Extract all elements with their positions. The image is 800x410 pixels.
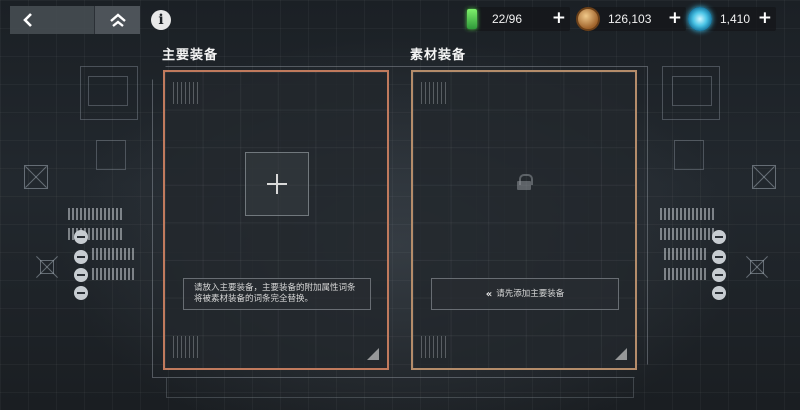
energy-currency: 22/96 +: [466, 7, 570, 31]
double-chevron-up-icon: [109, 13, 126, 27]
crystal-icon: [688, 7, 712, 31]
add-gold-button[interactable]: +: [668, 8, 682, 28]
corner-triangle-icon: [367, 348, 379, 360]
material-equipment-panel: « 请先添加主要装备: [411, 70, 637, 370]
main-hint-line-1: 请放入主要装备，主要装备的附加属性词条: [194, 283, 356, 293]
back-button[interactable]: [10, 6, 94, 34]
gold-currency: 126,103 +: [576, 7, 686, 31]
corner-triangle-icon: [615, 348, 627, 360]
main-equipment-hint: 请放入主要装备，主要装备的附加属性词条 将被素材装备的词条完全替换。: [183, 278, 371, 310]
crystal-value: 1,410: [720, 12, 751, 26]
info-icon: i: [158, 12, 164, 28]
chevron-left-icon: [23, 13, 32, 27]
crystal-currency: 1,410 +: [688, 7, 776, 31]
main-hint-line-2: 将被素材装备的词条完全替换。: [194, 294, 314, 304]
gold-value: 126,103: [608, 12, 652, 26]
top-nav: [10, 6, 140, 34]
corner-decoration: [421, 82, 447, 104]
lock-icon: [517, 174, 533, 190]
left-circuit-decoration: [0, 60, 150, 360]
add-crystal-button[interactable]: +: [758, 8, 772, 28]
right-circuit-decoration: [650, 60, 800, 360]
corner-decoration: [173, 82, 199, 104]
material-hint-text: 请先添加主要装备: [496, 288, 565, 299]
material-equipment-hint: « 请先添加主要装备: [431, 278, 619, 310]
main-equipment-panel[interactable]: 请放入主要装备，主要装备的附加属性词条 将被素材装备的词条完全替换。: [163, 70, 389, 370]
info-button[interactable]: i: [151, 10, 171, 30]
material-equipment-title: 素材装备: [410, 48, 467, 63]
energy-battery-icon: [460, 7, 484, 31]
bottom-strip: [166, 378, 634, 398]
home-button[interactable]: [94, 6, 140, 34]
energy-value: 22/96: [492, 12, 523, 26]
double-chevron-left-icon: «: [485, 288, 493, 300]
gold-coin-icon: [576, 7, 600, 31]
plus-icon: [267, 174, 287, 194]
corner-decoration: [421, 336, 447, 358]
add-main-equipment-slot[interactable]: [245, 152, 309, 216]
corner-decoration: [173, 336, 199, 358]
add-energy-button[interactable]: +: [552, 8, 566, 28]
main-equipment-title: 主要装备: [162, 48, 219, 63]
